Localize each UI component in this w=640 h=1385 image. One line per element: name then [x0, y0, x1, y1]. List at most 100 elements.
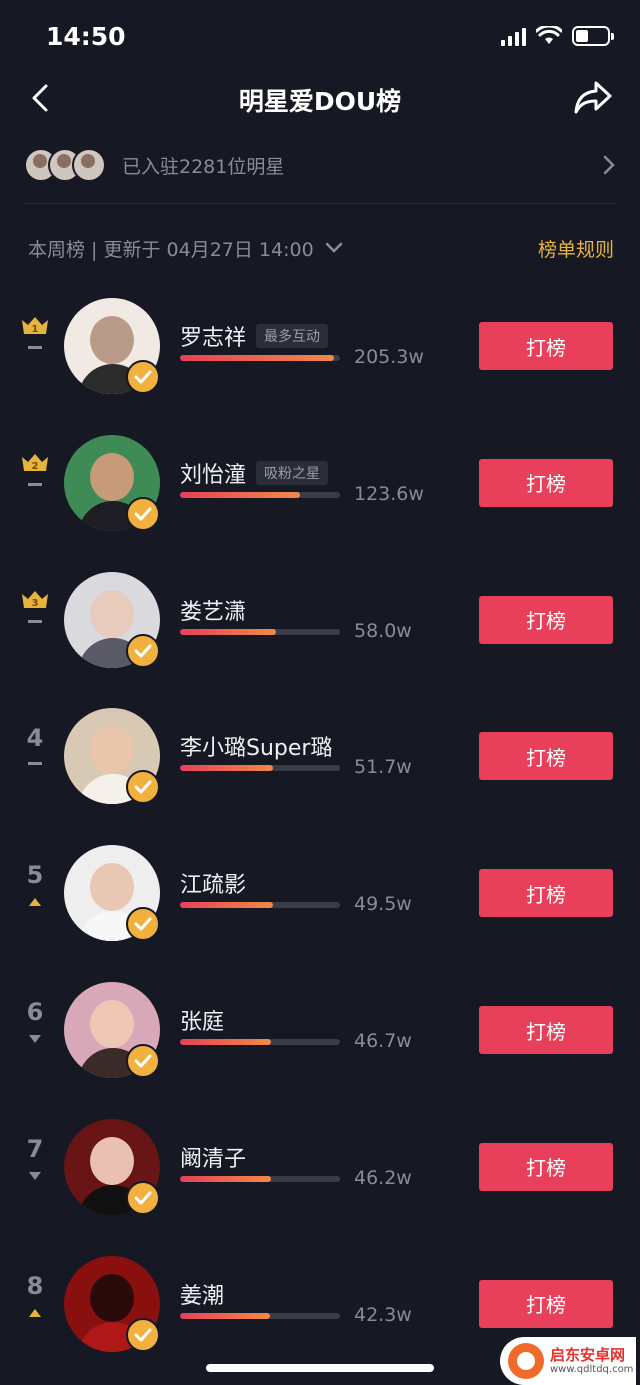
rank-same-icon — [28, 482, 42, 486]
rank-same-icon — [28, 762, 42, 766]
progress-bar — [180, 628, 340, 635]
progress-fill — [180, 491, 300, 498]
rank-down-icon — [29, 1171, 41, 1180]
rank-number: 8 — [26, 1271, 44, 1300]
signal-icon — [501, 26, 526, 46]
mini-avatars — [24, 148, 106, 182]
progress-bar — [180, 1175, 340, 1182]
star-row: 4 李小璐Super璐 51.7w 打榜 — [0, 700, 640, 830]
watermark-logo — [508, 1343, 544, 1379]
progress-bar — [180, 765, 340, 772]
joined-count-text: 已入驻2281位明星 — [122, 155, 285, 178]
progress-fill — [180, 1175, 272, 1182]
star-score: 58.0w — [354, 619, 412, 642]
chevron-right-icon — [603, 155, 615, 175]
verified-badge-icon — [126, 770, 160, 805]
status-time: 14:50 — [46, 22, 126, 51]
star-name[interactable]: 刘怡潼 — [180, 457, 246, 489]
verified-badge-icon — [126, 1317, 160, 1352]
star-name[interactable]: 张庭 — [180, 1004, 224, 1036]
watermark-sub: www.qdltdq.com — [550, 1363, 634, 1375]
vote-button[interactable]: 打榜 — [479, 1006, 613, 1054]
vote-button[interactable]: 打榜 — [479, 595, 613, 644]
star-row: 6 张庭 46.7w 打榜 — [0, 974, 640, 1104]
vote-button[interactable]: 打榜 — [479, 869, 613, 918]
name-line: 张庭 — [180, 1004, 224, 1036]
progress-fill — [180, 1312, 270, 1319]
mini-avatar — [72, 148, 106, 182]
verified-badge-icon — [126, 1180, 160, 1215]
crown-icon: 1 — [22, 317, 48, 335]
star-name[interactable]: 娄艺潇 — [180, 594, 246, 626]
star-name[interactable]: 李小璐Super璐 — [180, 730, 332, 762]
share-icon[interactable] — [572, 78, 614, 116]
progress-fill — [180, 765, 273, 772]
vote-button[interactable]: 打榜 — [479, 1142, 613, 1191]
rank: 1 — [14, 314, 56, 349]
vote-button[interactable]: 打榜 — [479, 732, 613, 781]
rank-same-icon — [28, 619, 42, 623]
star-row: 3 娄艺潇 58.0w 打榜 — [0, 564, 640, 694]
crown-rank: 3 — [32, 598, 39, 609]
star-name[interactable]: 阚清子 — [180, 1141, 246, 1173]
crown-rank: 1 — [32, 324, 39, 335]
vote-button[interactable]: 打榜 — [479, 322, 613, 370]
nav-bar: 明星爱DOU榜 — [0, 66, 640, 130]
rank-number: 5 — [26, 861, 44, 890]
home-indicator — [206, 1364, 434, 1372]
progress-bar — [180, 1312, 340, 1319]
crown-icon: 2 — [22, 453, 48, 472]
rank-up-icon — [29, 898, 41, 907]
star-name[interactable]: 江疏影 — [180, 867, 246, 899]
rank: 3 — [14, 588, 56, 623]
rank: 8 — [14, 1272, 56, 1318]
crown-icon: 3 — [22, 590, 48, 609]
rank: 7 — [14, 1135, 56, 1181]
star-name[interactable]: 罗志祥 — [180, 320, 246, 352]
joined-stars-row[interactable]: 已入驻2281位明星 — [24, 140, 616, 190]
name-line: 姜潮 — [180, 1278, 224, 1310]
star-score: 42.3w — [354, 1303, 412, 1326]
verified-badge-icon — [126, 496, 160, 531]
star-score: 123.6w — [354, 482, 424, 505]
rank: 6 — [14, 998, 56, 1044]
star-row: 1 罗志祥 最多互动 205.3w 打榜 — [0, 290, 640, 420]
watermark: 启东安卓网 www.qdltdq.com — [500, 1337, 636, 1385]
verified-badge-icon — [126, 907, 160, 942]
rules-link[interactable]: 榜单规则 — [538, 235, 614, 262]
star-score: 205.3w — [354, 346, 424, 368]
star-row: 2 刘怡潼 吸粉之星 123.6w 打榜 — [0, 427, 640, 557]
watermark-text: 启东安卓网 www.qdltdq.com — [550, 1347, 633, 1375]
crown-rank: 2 — [32, 461, 39, 472]
verified-badge-icon — [126, 360, 160, 394]
vote-button[interactable]: 打榜 — [479, 458, 613, 507]
rank-same-icon — [28, 346, 42, 349]
star-score: 51.7w — [354, 756, 412, 779]
update-row: 本周榜 | 更新于 04月27日 14:00 榜单规则 — [28, 232, 614, 264]
name-line: 江疏影 — [180, 867, 246, 899]
watermark-main: 启东安卓网 — [550, 1346, 626, 1365]
progress-fill — [180, 1039, 272, 1045]
rank: 4 — [14, 724, 56, 766]
name-line: 李小璐Super璐 — [180, 730, 332, 762]
battery-icon — [572, 26, 614, 46]
star-row: 7 阚清子 46.2w 打榜 — [0, 1111, 640, 1241]
update-time-text: 本周榜 | 更新于 04月27日 14:00 — [28, 238, 314, 261]
progress-fill — [180, 902, 273, 909]
star-tag: 最多互动 — [256, 324, 329, 348]
progress-bar — [180, 902, 340, 909]
name-line: 罗志祥 最多互动 — [180, 320, 329, 352]
status-bar: 14:50 — [0, 0, 640, 70]
verified-badge-icon — [126, 1044, 160, 1078]
chevron-down-icon[interactable] — [324, 241, 344, 255]
progress-bar — [180, 1039, 340, 1045]
name-line: 刘怡潼 吸粉之星 — [180, 457, 329, 489]
vote-button[interactable]: 打榜 — [479, 1279, 613, 1328]
progress-fill — [180, 355, 334, 361]
star-score: 46.7w — [354, 1030, 412, 1052]
star-score: 49.5w — [354, 893, 412, 916]
star-name[interactable]: 姜潮 — [180, 1278, 224, 1310]
rank: 2 — [14, 451, 56, 486]
rank-down-icon — [29, 1035, 41, 1043]
name-line: 阚清子 — [180, 1141, 246, 1173]
